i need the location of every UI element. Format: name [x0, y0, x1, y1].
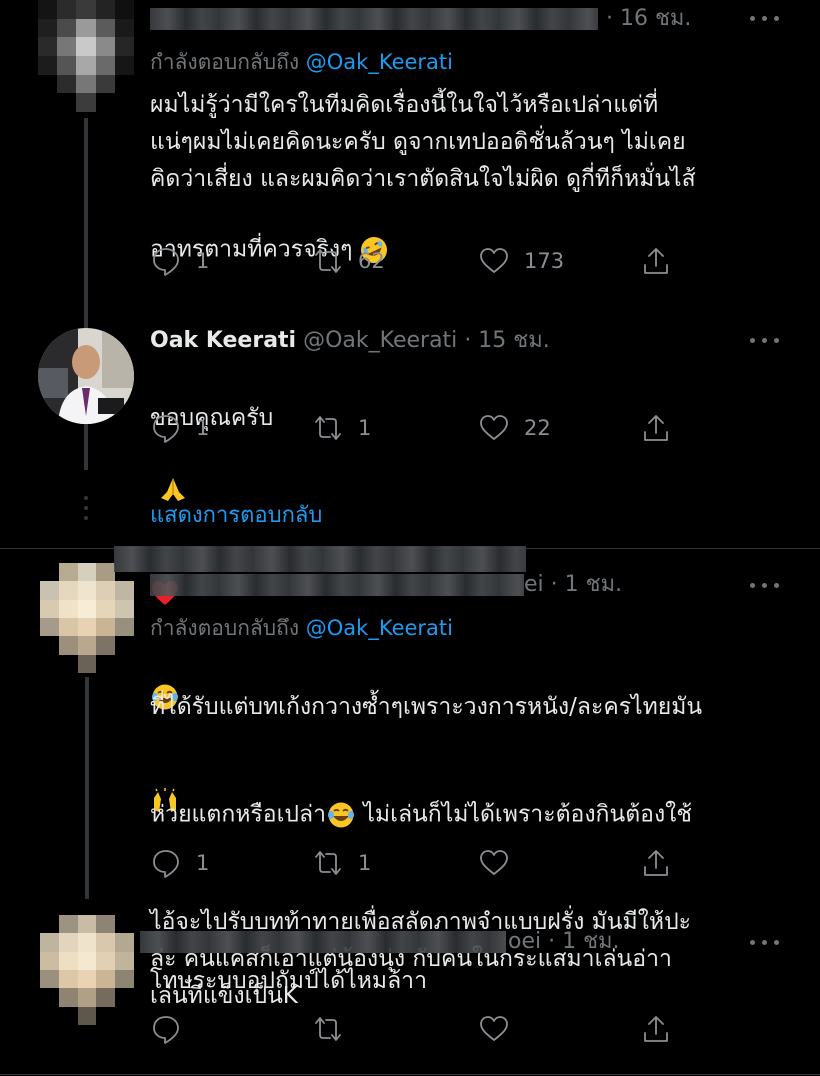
- avatar-blurred[interactable]: [40, 915, 134, 1025]
- share-icon: [644, 850, 668, 876]
- tweet-actions: 1 1 22: [150, 410, 710, 446]
- retweet-button[interactable]: 1: [312, 410, 371, 446]
- blurred-display-name: [140, 931, 506, 953]
- more-icon[interactable]: [750, 582, 780, 590]
- thread-dot: [84, 496, 88, 500]
- reply-count: 1: [196, 851, 210, 875]
- tweet-actions: 1 1: [150, 845, 710, 881]
- retweet-button[interactable]: 62: [312, 243, 385, 279]
- thread-dot: [84, 516, 88, 520]
- share-button[interactable]: [640, 243, 672, 279]
- tweet-3[interactable]: ei · 1 ชม. กำลังตอบกลับถึง @Oak_Keerati …: [0, 546, 820, 1009]
- tweet-1[interactable]: · 16 ชม. กำลังตอบกลับถึง @Oak_Keerati ผม…: [0, 0, 820, 470]
- replying-to-handle[interactable]: @Oak_Keerati: [306, 616, 453, 640]
- reply-button[interactable]: 1: [150, 845, 209, 881]
- like-button[interactable]: 22: [478, 410, 551, 446]
- reply-count: 1: [196, 416, 210, 440]
- share-icon: [644, 248, 668, 274]
- retweet-icon: [315, 249, 341, 273]
- like-icon: [480, 248, 508, 273]
- retweet-icon: [315, 1017, 341, 1041]
- tweet-actions: 1 62 173: [150, 243, 710, 279]
- retweet-count: 1: [358, 851, 372, 875]
- reply-icon: [153, 248, 179, 276]
- share-icon: [644, 415, 668, 441]
- retweet-icon: [315, 851, 341, 875]
- like-button[interactable]: 173: [478, 243, 564, 279]
- tweet-header: oei · 1 ชม.: [508, 928, 620, 956]
- replying-to-label: กำลังตอบกลับถึง: [150, 50, 300, 74]
- blurred-display-name: [150, 8, 598, 30]
- like-icon: [480, 415, 508, 440]
- reply-count: 1: [196, 249, 210, 273]
- display-name[interactable]: Oak Keerati: [150, 328, 296, 353]
- display-name-tail: oei: [508, 929, 542, 954]
- tweet-actions: [150, 1011, 710, 1047]
- retweet-count: 62: [358, 249, 385, 273]
- retweet-count: 1: [358, 416, 372, 440]
- blurred-display-name: [150, 574, 524, 596]
- reply-icon: [153, 1016, 179, 1044]
- display-name-tail: ei: [524, 572, 544, 597]
- more-icon[interactable]: [750, 15, 780, 23]
- tweet-time: · 15 ชม.: [464, 328, 550, 353]
- more-icon[interactable]: [750, 337, 780, 345]
- retweet-button[interactable]: [312, 1011, 358, 1047]
- like-count: 22: [524, 416, 551, 440]
- more-icon[interactable]: [750, 939, 780, 947]
- retweet-icon: [315, 416, 341, 440]
- blurred-display-name: [114, 546, 526, 572]
- replying-to-label: กำลังตอบกลับถึง: [150, 616, 300, 640]
- reply-button[interactable]: 1: [150, 243, 209, 279]
- tweet-4[interactable]: oei · 1 ชม. โทษระบบอุปถัมป์ได้ไหมล้าา: [0, 905, 820, 1076]
- tweet-time: · 1 ชม.: [550, 572, 623, 597]
- like-count: 173: [524, 249, 565, 273]
- like-icon: [480, 850, 508, 875]
- replying-to: กำลังตอบกลับถึง @Oak_Keerati: [150, 614, 453, 642]
- tweet-text-part: ไม่เล่นก็ไม่ได้เพราะต้องกินต้องใช้: [356, 801, 693, 828]
- retweet-button[interactable]: 1: [312, 845, 371, 881]
- like-icon: [480, 1016, 508, 1041]
- avatar-blurred[interactable]: [38, 0, 134, 112]
- reply-icon: [153, 850, 179, 878]
- like-button[interactable]: [478, 1011, 524, 1047]
- tweet-header: ei · 1 ชม.: [524, 571, 622, 599]
- tweet-text-line: ที่ได้รับแต่บทเก้งกวางซ้ำๆเพราะวงการหนัง…: [150, 694, 703, 720]
- tweet-text: โทษระบบอุปถัมป์ได้ไหมล้าา: [150, 968, 427, 994]
- tweet-time: · 16 ชม.: [606, 6, 692, 31]
- tweet-text-part: ห่วยแตกหรือเปล่า: [150, 801, 327, 828]
- show-replies-link[interactable]: แสดงการตอบกลับ: [150, 497, 322, 532]
- reply-button[interactable]: 1: [150, 410, 209, 446]
- replying-to-handle[interactable]: @Oak_Keerati: [306, 50, 453, 74]
- share-button[interactable]: [640, 410, 672, 446]
- tweet-time: · 1 ชม.: [548, 929, 620, 954]
- share-button[interactable]: [640, 1011, 672, 1047]
- thread-line: [85, 677, 89, 899]
- reply-icon: [153, 415, 179, 443]
- reply-button[interactable]: [150, 1011, 196, 1047]
- handle[interactable]: @Oak_Keerati: [303, 328, 457, 353]
- thread-dot: [84, 506, 88, 510]
- divider: [0, 1074, 820, 1075]
- tweet-header: Oak Keerati @Oak_Keerati · 15 ชม.: [150, 327, 550, 355]
- replying-to: กำลังตอบกลับถึง @Oak_Keerati: [150, 48, 453, 76]
- tweet-2[interactable]: Oak Keerati @Oak_Keerati · 15 ชม. ขอบคุณ…: [0, 310, 820, 812]
- tweet-text-body: ผมไม่รู้ว่ามีใครในทีมคิดเรื่องนี้ในใจไว้…: [150, 92, 696, 263]
- avatar-blurred[interactable]: [40, 563, 134, 673]
- share-button[interactable]: [640, 845, 672, 881]
- share-icon: [644, 1016, 668, 1042]
- like-button[interactable]: [478, 845, 524, 881]
- avatar[interactable]: [38, 328, 134, 424]
